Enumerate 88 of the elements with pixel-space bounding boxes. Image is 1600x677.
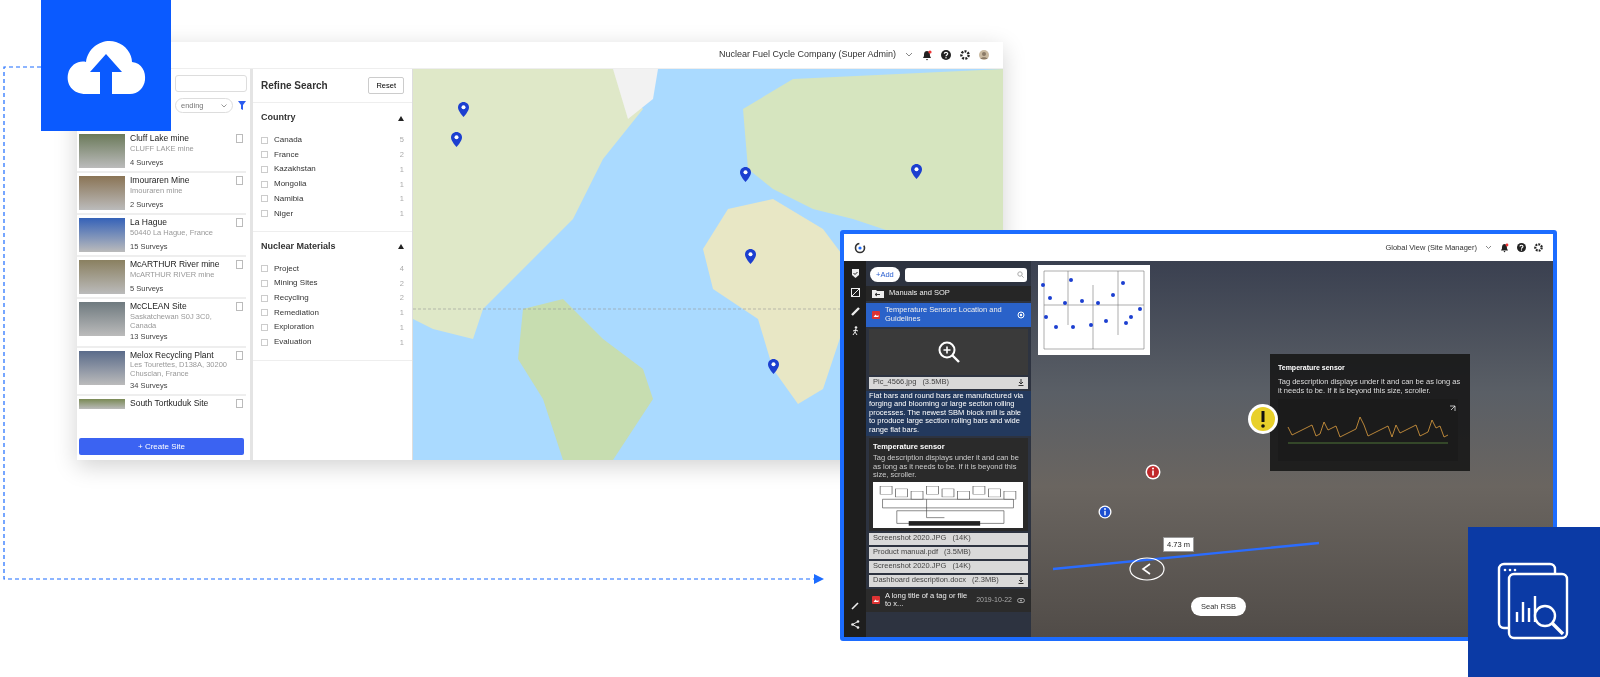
download-icon[interactable] — [1018, 577, 1024, 585]
map-pin-icon[interactable] — [911, 164, 922, 179]
site-title: Cluff Lake mine — [130, 134, 190, 144]
walking-person-icon[interactable] — [850, 326, 860, 336]
filter-option-label: Exploration — [274, 321, 316, 334]
checkbox[interactable] — [261, 136, 268, 144]
filter-option-label: Canada — [274, 134, 304, 147]
photo-placeholder — [79, 260, 125, 295]
settings-icon[interactable] — [960, 50, 970, 60]
help-icon[interactable] — [1517, 243, 1526, 252]
chevron-down-icon[interactable] — [905, 52, 913, 58]
filter-group-title: Country — [261, 111, 296, 125]
filter-option-label: Remediation — [274, 306, 320, 319]
site-title: La Hague — [130, 218, 168, 228]
pencil-icon[interactable] — [850, 601, 860, 610]
checkbox[interactable] — [261, 165, 268, 173]
filter-option-label: Mongolia — [274, 178, 308, 191]
map-pin-icon[interactable] — [768, 359, 779, 374]
checkbox[interactable] — [261, 323, 268, 331]
back-folder-icon — [872, 289, 884, 299]
checkbox[interactable] — [261, 279, 268, 287]
checkbox[interactable] — [261, 294, 268, 302]
filter-option-label: France — [274, 148, 300, 161]
info-marker-icon[interactable] — [1098, 505, 1112, 519]
site-title: South Tortkuduk Site — [130, 398, 210, 409]
filter-option-label: Kazakhstan — [274, 163, 317, 176]
checkbox[interactable] — [261, 265, 268, 273]
blueprint-drawing[interactable] — [873, 481, 1023, 528]
document-icon[interactable] — [850, 288, 860, 297]
map-pin-icon[interactable] — [740, 167, 751, 182]
ruler-icon[interactable] — [850, 307, 860, 316]
site-title: Imouraren Mine — [130, 176, 191, 186]
search-field[interactable] — [904, 267, 1027, 282]
map-pin-icon[interactable] — [458, 102, 469, 117]
checkbox[interactable] — [261, 151, 268, 159]
filter-option-label: Niger — [274, 207, 295, 220]
filter-group-title: Nuclear Materials — [261, 239, 336, 253]
avatar-icon[interactable] — [979, 50, 989, 60]
photo-placeholder — [79, 218, 125, 253]
collapse-caret-icon[interactable] — [398, 115, 404, 121]
checkbox[interactable] — [261, 195, 268, 203]
checkbox[interactable] — [261, 338, 268, 346]
download-icon[interactable] — [1018, 379, 1024, 386]
chevron-down-icon — [221, 103, 227, 108]
image-preview[interactable] — [869, 328, 1028, 375]
bell-icon[interactable] — [1500, 242, 1509, 253]
filter-option-label: Mining Sites — [274, 277, 319, 290]
alert-marker-icon[interactable] — [1247, 403, 1279, 435]
filter-option-label: Recycling — [274, 292, 310, 305]
help-icon[interactable] — [941, 50, 951, 60]
zoom-in-icon[interactable] — [937, 340, 960, 363]
photo-placeholder — [79, 302, 125, 337]
analytics-search-icon — [1497, 562, 1571, 642]
image-file-icon — [872, 310, 880, 319]
search-icon — [1017, 271, 1024, 279]
map-pin-icon[interactable] — [451, 132, 462, 147]
site-title: Melox Recycling Plant — [130, 350, 215, 361]
filter-option-label: Project — [274, 262, 300, 275]
create-site-button[interactable]: + Create Site — [79, 438, 244, 455]
arrowhead-icon — [814, 574, 824, 584]
checkbox[interactable] — [261, 180, 268, 188]
checkbox[interactable] — [261, 309, 268, 317]
filter-option-label: Namibia — [274, 192, 305, 205]
site-list-item[interactable]: South Tortkuduk Site — [77, 395, 246, 412]
shield-check-icon[interactable] — [850, 269, 860, 278]
chevron-down-icon[interactable] — [1485, 245, 1492, 250]
filter-option-label: Evaluation — [274, 336, 313, 349]
photo-placeholder — [79, 134, 125, 169]
photo-placeholder — [79, 398, 125, 409]
image-file-icon — [872, 596, 880, 605]
filter-icon[interactable] — [238, 101, 246, 111]
target-icon[interactable] — [1017, 310, 1025, 319]
site-title: McARTHUR River mine — [130, 260, 221, 270]
photo-placeholder — [79, 176, 125, 211]
bell-icon[interactable] — [922, 49, 932, 61]
info-marker-icon[interactable] — [1145, 464, 1161, 480]
share-icon[interactable] — [850, 620, 860, 629]
panel-title: Refine Search — [261, 79, 328, 94]
collapse-caret-icon[interactable] — [398, 244, 404, 250]
map-pin-icon[interactable] — [745, 249, 756, 264]
logo-icon[interactable] — [854, 241, 866, 254]
photo-placeholder — [79, 350, 125, 385]
search-field[interactable] — [175, 75, 247, 92]
settings-icon[interactable] — [1534, 243, 1543, 252]
checkbox[interactable] — [261, 210, 268, 218]
eye-icon[interactable] — [1017, 597, 1025, 603]
account-name[interactable]: Nuclear Fuel Cycle Company (Super Admin) — [718, 48, 896, 62]
site-title: McCLEAN Site — [130, 302, 188, 312]
